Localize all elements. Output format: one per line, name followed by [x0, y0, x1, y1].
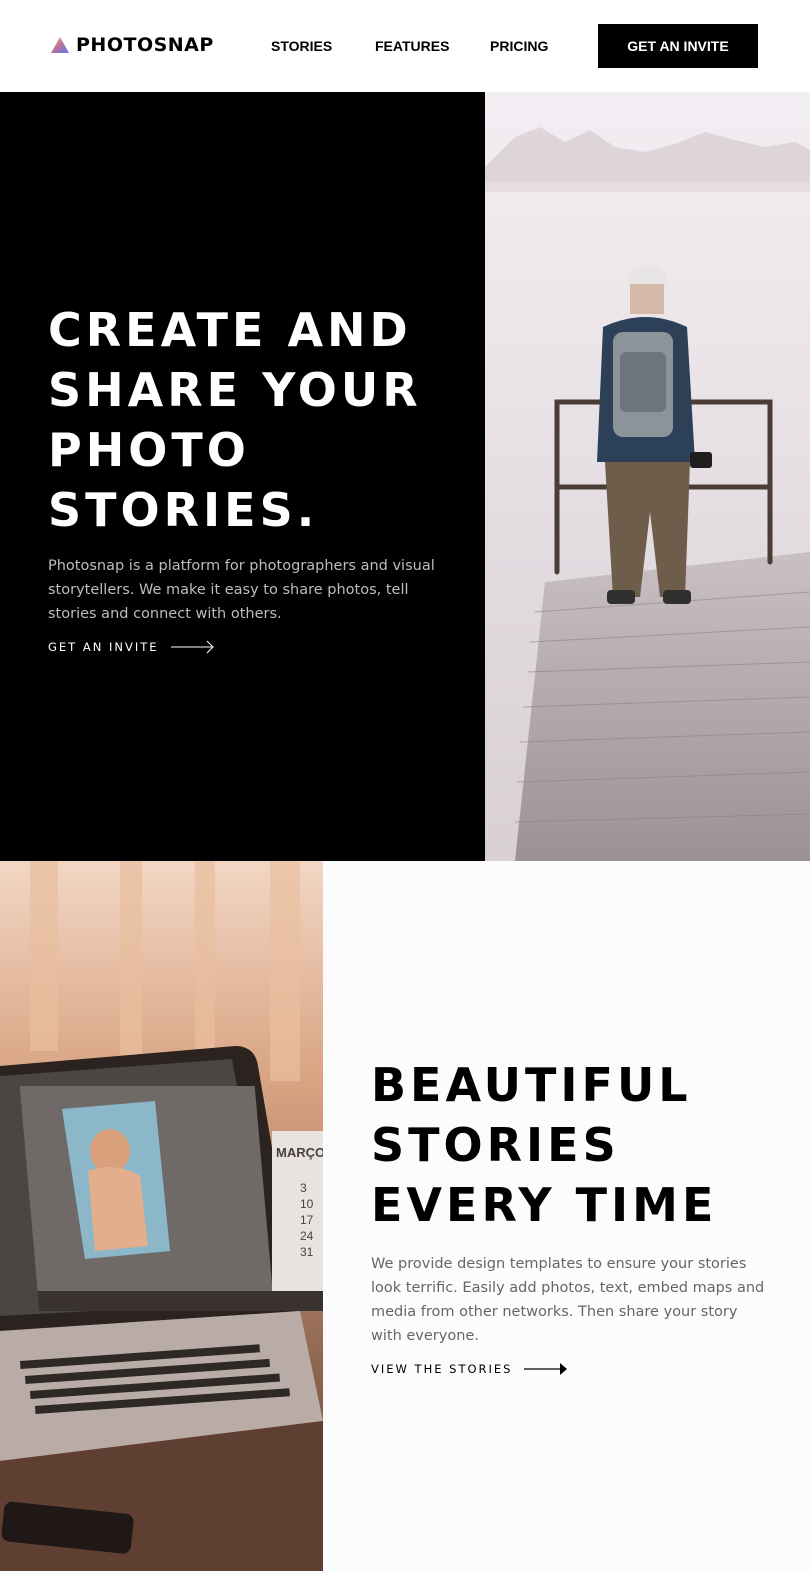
calendar-date: 24	[300, 1229, 314, 1243]
hero-title-line: SHARE YOUR	[48, 363, 422, 417]
hero-photo-man-on-pier	[485, 92, 810, 861]
logo-triangle-icon	[51, 37, 69, 53]
section-title-line: STORIES	[371, 1118, 620, 1172]
hero-photo-illustration	[485, 92, 810, 861]
section-title-line: EVERY TIME	[371, 1178, 718, 1232]
get-invite-button[interactable]: GET AN INVITE	[598, 24, 758, 68]
beautiful-stories-title: BEAUTIFUL STORIES EVERY TIME	[371, 1055, 791, 1235]
hero-link-label: GET AN INVITE	[48, 640, 159, 654]
hero-title-line: STORIES.	[48, 483, 319, 537]
beautiful-stories-description: We provide design templates to ensure yo…	[371, 1256, 765, 1344]
hero-description: Photosnap is a platform for photographer…	[48, 558, 435, 622]
site-header: PHOTOSNAP STORIES FEATURES PRICING GET A…	[0, 0, 810, 92]
calendar-date: 10	[300, 1197, 314, 1211]
nav-features-link[interactable]: FEATURES	[375, 38, 449, 54]
laptop-photo-illustration: MARÇO 3 10 17 24 31	[0, 861, 323, 1571]
logo[interactable]: PHOTOSNAP	[50, 34, 214, 56]
hero-title-line: CREATE AND	[48, 303, 412, 357]
laptop-photo: MARÇO 3 10 17 24 31	[0, 861, 323, 1571]
hero-get-invite-link[interactable]: GET AN INVITE	[48, 640, 215, 654]
arrow-right-icon	[524, 1363, 568, 1375]
arrow-right-icon	[170, 640, 214, 654]
hero-title: CREATE AND SHARE YOUR PHOTO STORIES.	[48, 300, 468, 540]
calendar-date: 3	[300, 1181, 307, 1195]
calendar-date: 17	[300, 1213, 314, 1227]
calendar-month-label: MARÇO	[276, 1145, 323, 1160]
view-stories-link[interactable]: VIEW THE STORIES	[371, 1362, 568, 1376]
nav-pricing-link[interactable]: PRICING	[490, 38, 548, 54]
logo-text: PHOTOSNAP	[76, 34, 214, 56]
section-title-line: BEAUTIFUL	[371, 1058, 692, 1112]
nav-stories-link[interactable]: STORIES	[271, 38, 332, 54]
hero-title-line: PHOTO	[48, 423, 250, 477]
view-stories-label: VIEW THE STORIES	[371, 1362, 513, 1376]
calendar-date: 31	[300, 1245, 314, 1259]
